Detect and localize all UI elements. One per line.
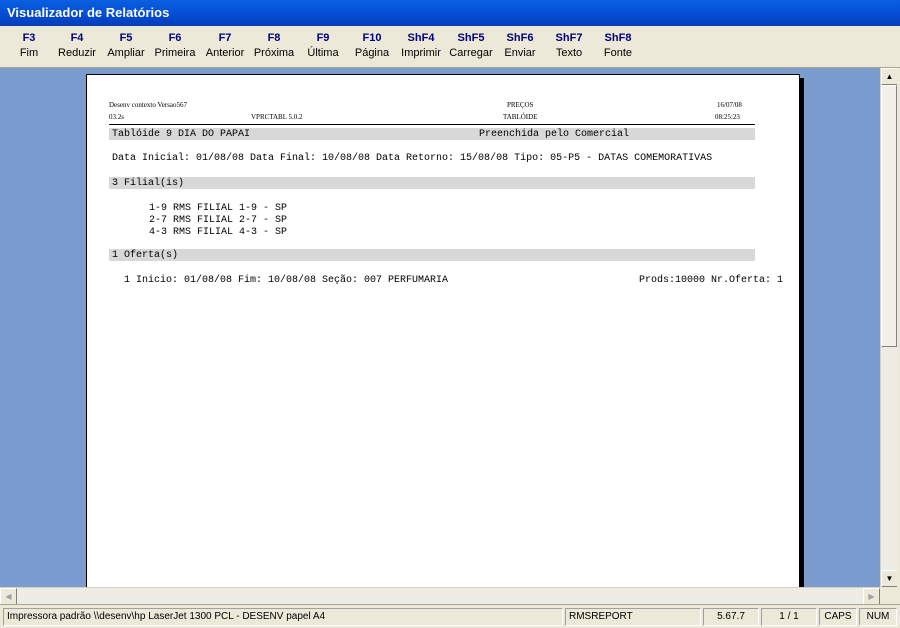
scroll-thumb[interactable] — [881, 85, 897, 347]
button-label: Reduzir — [58, 47, 96, 59]
window-title: Visualizador de Relatórios — [0, 0, 900, 26]
scroll-left-icon[interactable]: ◀ — [0, 588, 17, 605]
shortcut-key: F3 — [22, 32, 36, 44]
tabloide-status: Preenchida pelo Comercial — [479, 129, 630, 140]
shortcut-key: F5 — [119, 32, 133, 44]
caps-status: CAPS — [819, 608, 857, 626]
button-label: Primeira — [154, 47, 196, 59]
oferta-prods: Prods:10000 Nr.Oferta: 1 — [639, 275, 784, 286]
shortcut-key: ShF7 — [555, 32, 583, 44]
font-button[interactable]: ShF8 Fonte — [593, 31, 643, 59]
shortcut-key: F9 — [316, 32, 330, 44]
report-code: 03.2s — [109, 113, 124, 121]
reduce-button[interactable]: F4 Reduzir — [52, 31, 102, 59]
scroll-up-icon[interactable]: ▲ — [881, 68, 898, 85]
first-page-button[interactable]: F6 Primeira — [150, 31, 200, 59]
filial-item: 4-3 RMS FILIAL 4-3 - SP — [149, 227, 288, 238]
next-page-button[interactable]: F8 Próxima — [249, 31, 299, 59]
end-button[interactable]: F3 Fim — [4, 31, 54, 59]
shortcut-key: F8 — [267, 32, 281, 44]
page-status: 1 / 1 — [761, 608, 817, 626]
last-page-button[interactable]: F9 Última — [298, 31, 348, 59]
report-viewport[interactable]: Desenv contexto Versao567 03.2s VPRCTABL… — [0, 68, 880, 587]
button-label: Texto — [555, 47, 583, 59]
vertical-scrollbar[interactable]: ▲ ▼ — [880, 68, 898, 587]
scroll-down-icon[interactable]: ▼ — [881, 570, 898, 587]
button-label: Fonte — [603, 47, 633, 59]
report-name-status: RMSREPORT — [565, 608, 701, 626]
button-label: Página — [354, 47, 390, 59]
button-label: Última — [307, 47, 339, 59]
shortcut-key: F6 — [168, 32, 182, 44]
horizontal-scrollbar[interactable]: ◀ ▶ — [0, 587, 880, 605]
tabloide-line: Tablóide 9 DIA DO PAPAI — [112, 129, 251, 140]
button-label: Carregar — [449, 47, 493, 59]
shortcut-key: F10 — [362, 32, 382, 44]
ofertas-band — [109, 249, 755, 261]
button-label: Fim — [19, 47, 39, 59]
button-label: Imprimir — [401, 47, 441, 59]
load-button[interactable]: ShF5 Carregar — [446, 31, 496, 59]
scroll-right-icon[interactable]: ▶ — [863, 588, 880, 605]
filial-item: 2-7 RMS FILIAL 2-7 - SP — [149, 215, 288, 226]
button-label: Próxima — [253, 47, 295, 59]
shortcut-key: ShF8 — [604, 32, 632, 44]
enlarge-button[interactable]: F5 Ampliar — [101, 31, 151, 59]
oferta-line: 1 Inicio: 01/08/08 Fim: 10/08/08 Seção: … — [124, 275, 449, 286]
version-status: 5.67.7 — [703, 608, 759, 626]
num-status: NUM — [859, 608, 897, 626]
filial-item: 1-9 RMS FILIAL 1-9 - SP — [149, 203, 288, 214]
toolbar: F3 Fim F4 Reduzir F5 Ampliar F6 Primeira… — [0, 26, 900, 68]
printer-status: Impressora padrão \\desenv\hp LaserJet 1… — [3, 608, 563, 626]
button-label: Ampliar — [107, 47, 145, 59]
shortcut-key: ShF5 — [457, 32, 485, 44]
shortcut-key: F7 — [218, 32, 232, 44]
page-button[interactable]: F10 Página — [347, 31, 397, 59]
shortcut-key: ShF6 — [506, 32, 534, 44]
scroll-corner — [880, 587, 900, 604]
ofertas-header: 1 Oferta(s) — [112, 250, 179, 261]
send-button[interactable]: ShF6 Enviar — [495, 31, 545, 59]
previous-page-button[interactable]: F7 Anterior — [200, 31, 250, 59]
divider — [109, 124, 755, 125]
report-company: Desenv contexto Versao567 — [109, 101, 188, 109]
status-bar: Impressora padrão \\desenv\hp LaserJet 1… — [0, 604, 900, 628]
print-button[interactable]: ShF4 Imprimir — [396, 31, 446, 59]
shortcut-key: F4 — [70, 32, 84, 44]
shortcut-key: ShF4 — [407, 32, 435, 44]
report-title: PREÇOS — [507, 101, 534, 109]
text-button[interactable]: ShF7 Texto — [544, 31, 594, 59]
report-subtitle: TABLÓIDE — [503, 113, 538, 121]
report-date: 16/07/08 — [717, 101, 742, 109]
button-label: Enviar — [504, 47, 536, 59]
dates-line: Data Inicial: 01/08/08 Data Final: 10/08… — [112, 153, 713, 164]
report-time: 08:25:23 — [715, 113, 740, 121]
report-program: VPRCTABL 5.0.2 — [251, 113, 303, 121]
filiais-band — [109, 177, 755, 189]
button-label: Anterior — [205, 47, 245, 59]
report-page: Desenv contexto Versao567 03.2s VPRCTABL… — [86, 74, 800, 587]
filiais-header: 3 Filial(is) — [112, 178, 185, 189]
